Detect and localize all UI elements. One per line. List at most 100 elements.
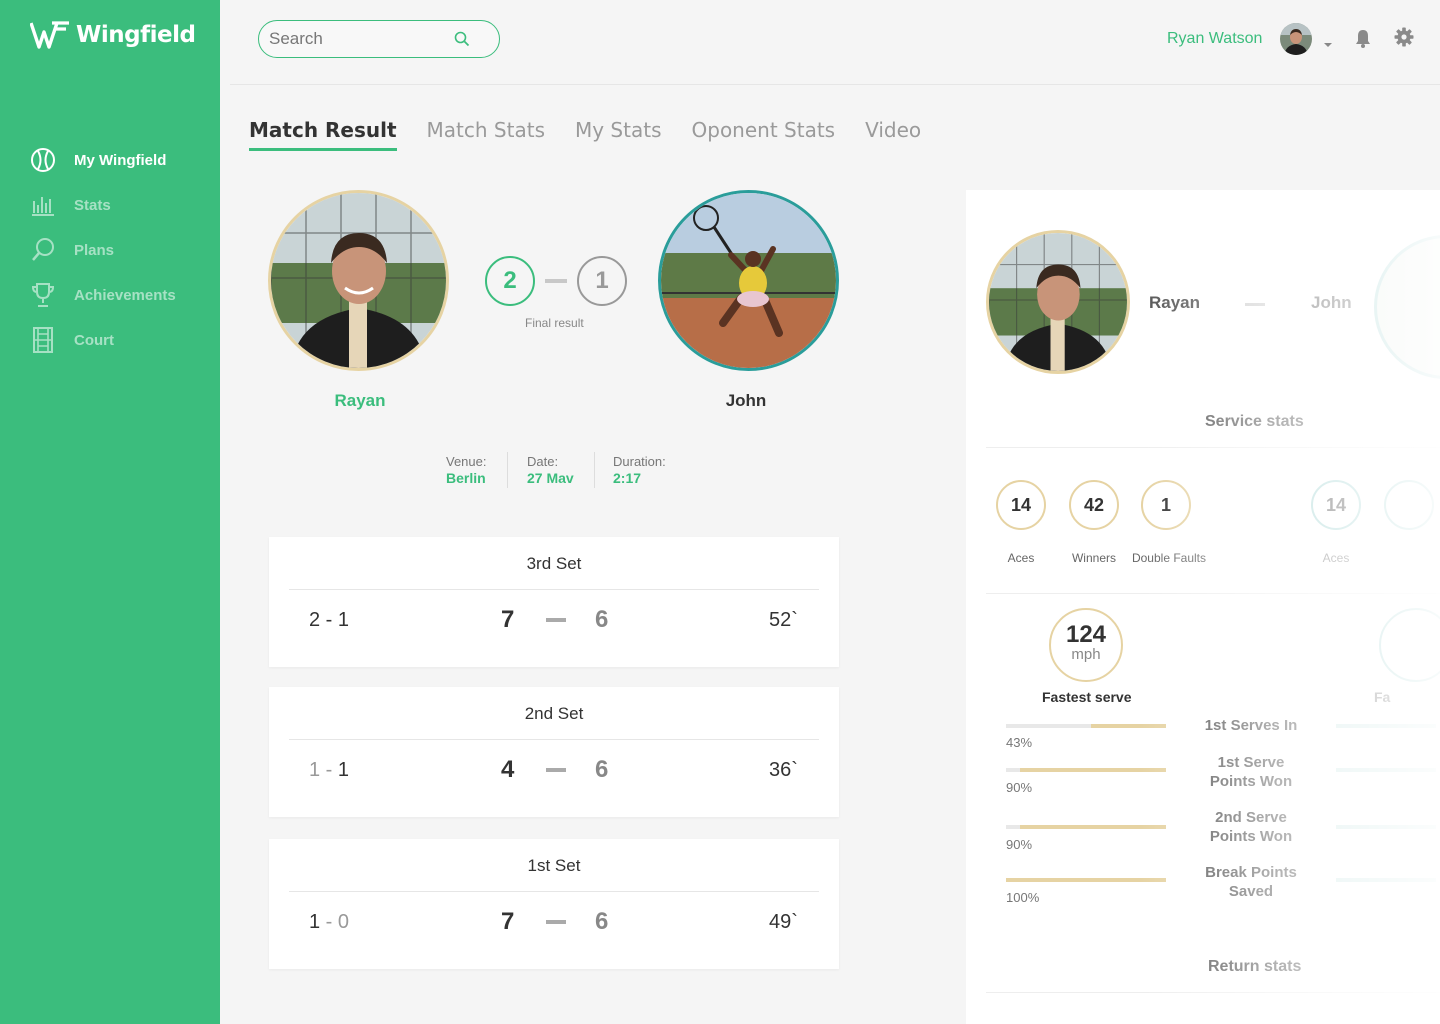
set-games-player1: 7 — [501, 606, 515, 633]
player1-name: Rayan — [334, 391, 386, 410]
venue-info: Venue: Berlin — [446, 454, 487, 486]
panel-divider — [986, 593, 1440, 594]
fastest-serve-label: Fastest serve — [1042, 689, 1132, 705]
bar-percent: 90% — [1006, 837, 1033, 852]
final-result-label: Final result — [525, 316, 584, 330]
set-duration: 36` — [769, 759, 798, 781]
aces-value: 14 — [996, 480, 1046, 530]
bar-track-1st-serves-in — [1006, 724, 1166, 728]
aces-label: Aces — [1007, 551, 1035, 565]
tab-oponent-stats[interactable]: Oponent Stats — [692, 118, 836, 151]
set-running-score: 1 - 0 — [309, 911, 350, 933]
date-value: 27 Mav — [527, 470, 574, 486]
user-avatar[interactable] — [1280, 23, 1312, 55]
opponent-stat-circle — [1384, 480, 1434, 530]
bar-percent: 43% — [1006, 735, 1033, 750]
opponent-bar-track — [1336, 724, 1436, 728]
fastest-serve-circle: 124 mph — [1049, 608, 1123, 682]
set-card-3rd[interactable]: 3rd Set 2 - 1 7 6 52` — [269, 537, 839, 667]
bell-icon[interactable] — [1354, 28, 1372, 53]
duration-value: 2:17 — [613, 470, 642, 486]
sidebar-item-label: Achievements — [74, 286, 176, 304]
trophy-icon — [30, 282, 56, 308]
sidebar-item-stats[interactable]: Stats — [30, 193, 176, 217]
sidebar-item-court[interactable]: Court — [30, 327, 176, 353]
set-card-2nd[interactable]: 2nd Set 1 - 1 4 6 36` — [269, 687, 839, 817]
opponent-aces-label: Aces — [1322, 551, 1350, 565]
gear-icon[interactable] — [1394, 27, 1414, 52]
meta-divider — [507, 452, 508, 488]
bar-fill — [1090, 724, 1166, 728]
panel-player2-photo — [1374, 235, 1440, 379]
panel-divider — [986, 992, 1440, 993]
bar-track-1st-serve-points-won — [1006, 768, 1166, 772]
user-name[interactable]: Ryan Watson — [1167, 30, 1262, 48]
tab-match-result[interactable]: Match Result — [249, 118, 397, 151]
set-title: 1st Set — [527, 856, 581, 875]
venue-label: Venue: — [446, 454, 487, 469]
panel-player2-name: John — [1311, 293, 1352, 312]
bar-chart-icon — [30, 192, 56, 218]
duration-info: Duration: 2:17 — [613, 454, 666, 486]
venue-value: Berlin — [446, 470, 486, 486]
sidebar-nav: My Wingfield Stats Plans Achievements Co… — [30, 148, 176, 373]
tab-video[interactable]: Video — [865, 118, 921, 151]
stats-panel: Rayan John Service stats 14 Aces 42 Winn… — [966, 190, 1440, 1024]
tab-match-stats[interactable]: Match Stats — [427, 118, 545, 151]
sidebar-item-label: Court — [74, 331, 114, 349]
set-divider — [289, 739, 819, 740]
wingfield-logo-icon — [30, 21, 69, 49]
header-divider — [230, 84, 1440, 85]
bar-fill — [1020, 768, 1166, 772]
set-games-player2: 6 — [595, 756, 609, 783]
date-label: Date: — [527, 454, 559, 469]
tab-bar: Match Result Match Stats My Stats Oponen… — [249, 118, 951, 151]
panel-player1-name: Rayan — [1149, 293, 1201, 312]
sidebar-item-label: Plans — [74, 241, 115, 259]
chevron-down-icon[interactable] — [1323, 35, 1333, 53]
sidebar-item-plans[interactable]: Plans — [30, 238, 176, 262]
bar-fill — [1020, 825, 1166, 829]
set-running-score: 1 - 1 — [309, 759, 350, 781]
brand-logo[interactable]: Wingfield — [30, 20, 196, 50]
bar-track-break-points-saved — [1006, 878, 1166, 882]
tab-my-stats[interactable]: My Stats — [575, 118, 662, 151]
bar-label: 1st Serves In — [1204, 717, 1298, 734]
winners-label: Winners — [1071, 551, 1116, 565]
fastest-serve-unit: mph — [1071, 646, 1101, 663]
opponent-aces-value: 14 — [1311, 480, 1361, 530]
set-dash — [546, 920, 566, 924]
return-stats-title: Return stats — [1208, 958, 1302, 975]
opponent-bar-track — [1336, 825, 1436, 829]
double-faults-value: 1 — [1141, 480, 1191, 530]
opponent-bar-track — [1336, 768, 1436, 772]
bar-percent: 100% — [1006, 890, 1040, 905]
date-info: Date: 27 Mav — [527, 454, 574, 486]
search-plan-icon — [30, 237, 56, 263]
player2-name: John — [725, 391, 767, 410]
set-dash — [546, 768, 566, 772]
sidebar-item-label: Stats — [74, 196, 111, 214]
sidebar: Wingfield My Wingfield Stats Plans Achie… — [0, 0, 220, 1024]
sidebar-item-achievements[interactable]: Achievements — [30, 283, 176, 307]
set-games-player1: 4 — [501, 756, 515, 783]
player1-sets-won: 2 — [485, 256, 535, 306]
set-card-1st[interactable]: 1st Set 1 - 0 7 6 49` — [269, 839, 839, 969]
meta-divider — [594, 452, 595, 488]
search-icon[interactable] — [454, 31, 470, 52]
search-input[interactable] — [269, 29, 449, 49]
opponent-fastest-label: Fa — [1374, 689, 1391, 705]
player2-photo — [658, 190, 839, 371]
score-dash — [545, 279, 567, 283]
court-icon — [30, 327, 56, 353]
set-games-player2: 6 — [595, 908, 609, 935]
bar-label: 2nd Serve Points Won — [1209, 809, 1293, 845]
fastest-serve-value: 124 — [1065, 621, 1107, 648]
service-stats-title: Service stats — [1205, 413, 1304, 430]
player1-photo — [268, 190, 449, 371]
ball-icon — [30, 147, 56, 173]
set-divider — [289, 891, 819, 892]
sidebar-item-my-wingfield[interactable]: My Wingfield — [30, 148, 176, 172]
set-divider — [289, 589, 819, 590]
set-duration: 52` — [769, 609, 798, 631]
